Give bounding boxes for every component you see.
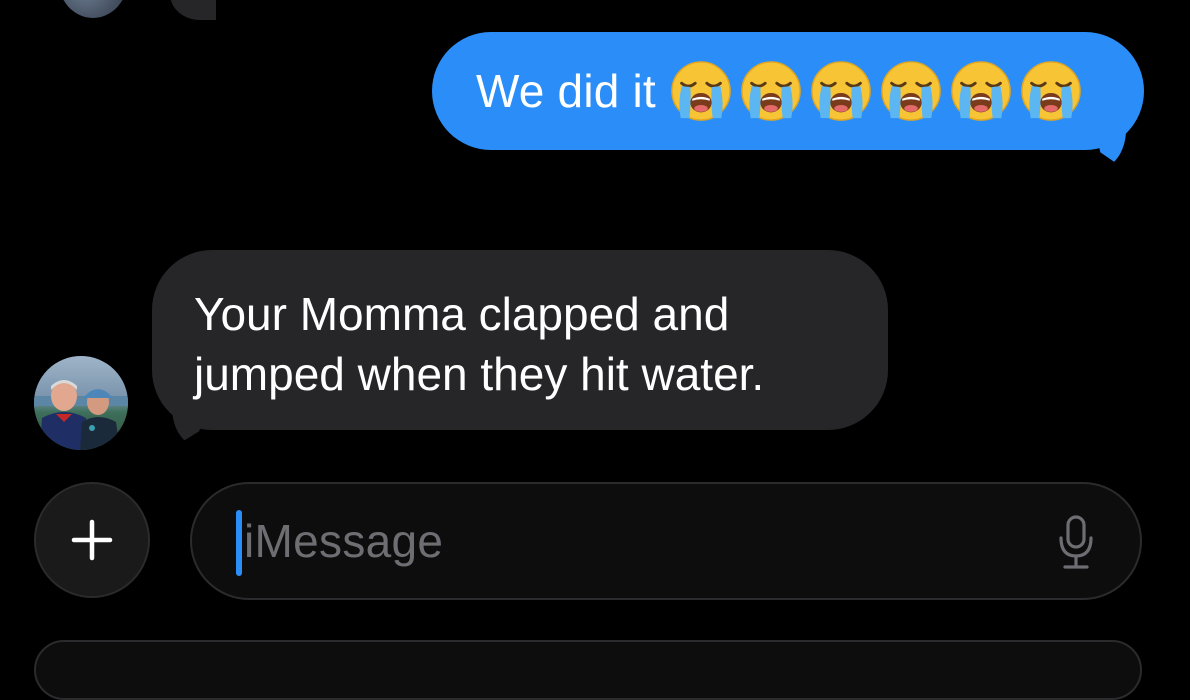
- loudly-crying-face-icon: [741, 61, 801, 121]
- avatar-partial: [58, 0, 128, 18]
- message-input-placeholder: iMessage: [244, 515, 444, 567]
- loudly-crying-face-icon: [811, 61, 871, 121]
- message-line: Your Momma clapped and: [194, 288, 730, 340]
- add-attachment-button[interactable]: [34, 482, 150, 598]
- loudly-crying-face-icon: [951, 61, 1011, 121]
- outgoing-message-bubble[interactable]: We did it: [432, 32, 1144, 170]
- message-text: We did it: [476, 65, 656, 117]
- avatar-photo-icon: [34, 356, 128, 450]
- bubble-tail: [172, 406, 206, 448]
- message-line: jumped when they hit water.: [194, 348, 765, 400]
- bubble-tail: [1094, 126, 1126, 170]
- loudly-crying-face-icon: [1021, 61, 1081, 121]
- loudly-crying-face-icon: [881, 61, 941, 121]
- message-input[interactable]: iMessage: [190, 482, 1142, 600]
- microphone-icon[interactable]: [1056, 514, 1096, 570]
- loudly-crying-face-icon: [671, 61, 731, 121]
- contact-avatar[interactable]: [34, 356, 128, 450]
- keyboard-top-edge: [34, 640, 1142, 700]
- incoming-message-bubble[interactable]: Your Momma clapped and jumped when they …: [152, 250, 888, 448]
- bubble-tail-partial: [170, 0, 216, 20]
- plus-icon: [71, 519, 113, 561]
- emoji-row: [670, 60, 1082, 122]
- text-caret: [236, 510, 242, 576]
